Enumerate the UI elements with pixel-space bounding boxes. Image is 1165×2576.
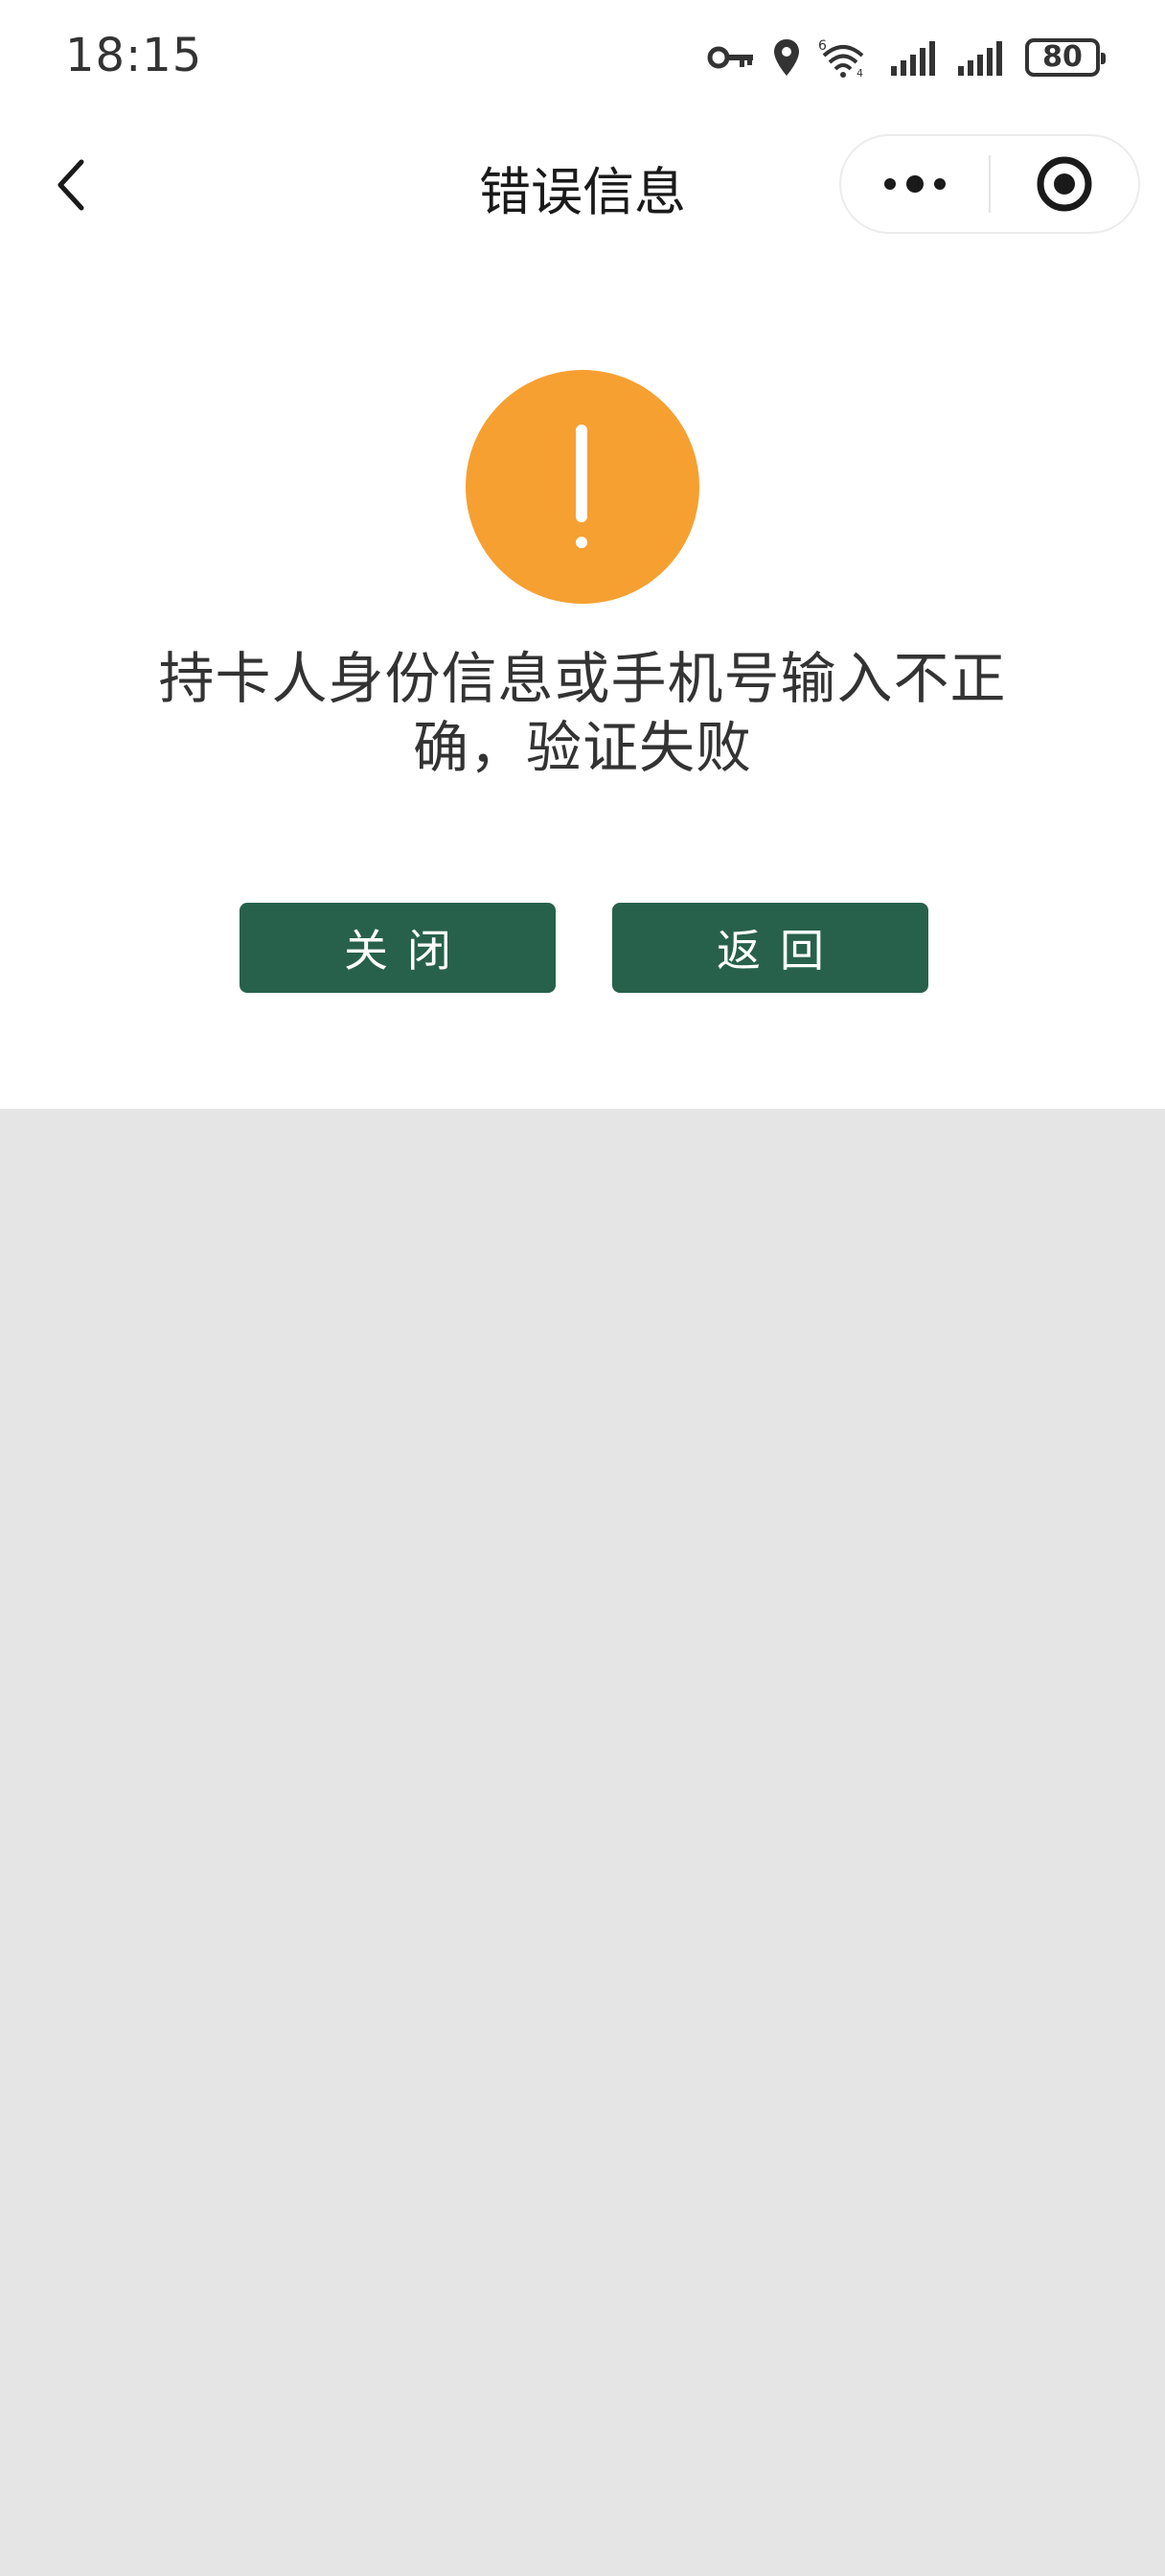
status-time: 18:15 — [65, 29, 203, 82]
battery-icon: 80 — [1025, 38, 1106, 77]
target-close-icon — [1037, 156, 1092, 212]
vpn-key-icon — [707, 43, 755, 72]
more-button[interactable] — [841, 136, 989, 232]
capsule-menu — [839, 134, 1140, 234]
battery-level: 80 — [1042, 40, 1083, 74]
status-bar: 18:15 6 4 80 — [0, 0, 1165, 115]
svg-text:6: 6 — [818, 38, 827, 54]
page: 18:15 6 4 80 错误信息 持卡人身份信息或手机号输入不正确，验证失败 … — [0, 0, 1165, 2576]
signal-icon — [891, 39, 941, 76]
more-dots-icon — [884, 175, 946, 193]
nav-bar: 错误信息 — [0, 115, 1165, 255]
signal-icon — [958, 39, 1008, 76]
svg-text:4: 4 — [857, 67, 863, 79]
warning-dot — [576, 537, 587, 548]
wifi-icon: 6 4 — [818, 36, 874, 79]
status-icons: 6 4 80 — [707, 29, 1106, 86]
error-message: 持卡人身份信息或手机号输入不正确，验证失败 — [158, 646, 1007, 780]
location-icon — [772, 37, 801, 78]
content-panel: 18:15 6 4 80 错误信息 持卡人身份信息或手机号输入不正确，验证失败 … — [0, 0, 1165, 1109]
close-button[interactable]: 关闭 — [240, 903, 556, 993]
close-miniprogram-button[interactable] — [991, 136, 1138, 232]
return-button[interactable]: 返回 — [612, 903, 928, 993]
warning-icon — [466, 370, 699, 604]
warning-bar — [576, 425, 587, 522]
